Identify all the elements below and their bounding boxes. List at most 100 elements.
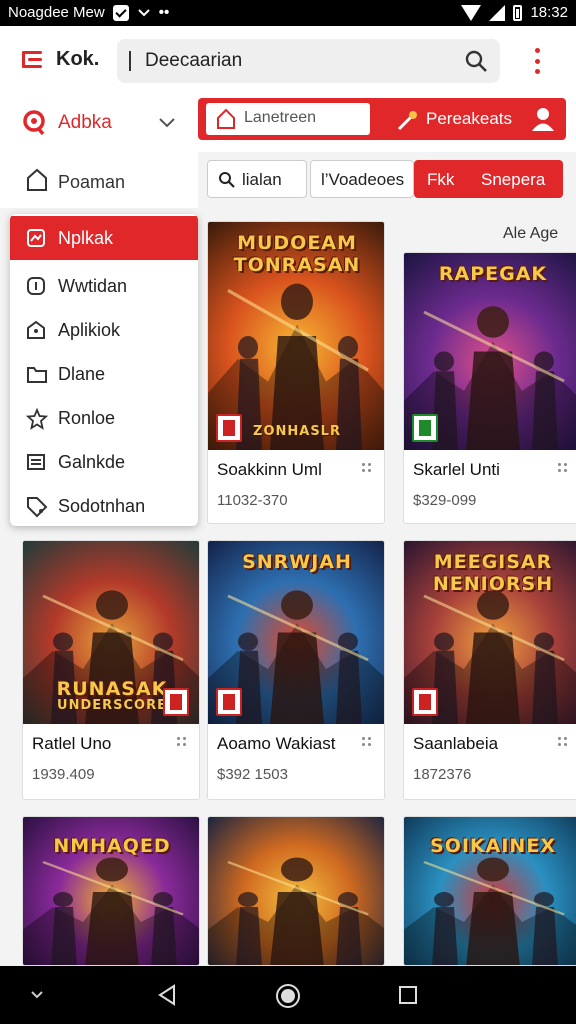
game-cover-art (208, 817, 384, 965)
search-icon (219, 172, 235, 188)
tag-icon (27, 497, 48, 518)
app-title: Kok. (56, 48, 100, 70)
more-options-icon[interactable] (530, 48, 544, 74)
game-price: $329-099 (413, 492, 477, 509)
home-circle-icon (276, 984, 300, 1008)
game-cover-art: SOIKAINEX (404, 817, 576, 965)
drawer-item-6[interactable]: Galnkde (10, 440, 198, 484)
filter-chip-videos-label: l’Voadeoes (321, 170, 405, 189)
nav-home-button[interactable] (258, 966, 318, 1024)
game-cover-art: RUNASAK UNDERSCORE (23, 541, 199, 724)
game-cover-art: RAPEGAK (404, 253, 576, 450)
preferences-label: Pereakeats (426, 109, 512, 128)
star-icon (26, 408, 48, 430)
navigation-bar (0, 966, 576, 1024)
status-time: 18:32 (530, 4, 568, 21)
chevron-down-icon (159, 118, 175, 128)
card-options-icon[interactable] (558, 737, 568, 747)
age-rating-badge (412, 414, 438, 442)
home-icon (217, 108, 235, 129)
filter-chips: lialan l’Voadeoes Fkk Snepera (207, 160, 563, 198)
age-rating-badge (412, 688, 438, 716)
cover-title-text: NMHAQED (53, 835, 171, 857)
action-bar: Lanetreen Pereakeats (198, 98, 566, 140)
drawer-label-3: Aplikiok (58, 320, 121, 340)
status-left-text: Noagdee Mew (8, 4, 105, 21)
back-icon (158, 984, 175, 1006)
age-rating-badge (216, 414, 242, 442)
card-options-icon[interactable] (558, 463, 568, 473)
folder-icon (27, 367, 47, 383)
recents-icon (399, 986, 417, 1004)
chevron-down-icon (31, 991, 43, 999)
drawer-item-1[interactable]: Nplkak (10, 216, 198, 260)
cover-title-text: RAPEGAK (438, 263, 548, 285)
sidebar-top-label: Poaman (58, 172, 126, 192)
grid-icon (27, 229, 45, 247)
wifi-icon (461, 4, 482, 21)
home-icon (27, 168, 47, 191)
sidebar-top-item[interactable]: Poaman (0, 152, 198, 208)
search-icon[interactable] (464, 49, 488, 73)
drawer-item-3[interactable]: Aplikiok (10, 308, 198, 352)
info-icon (27, 277, 45, 295)
game-card[interactable]: RUNASAK UNDERSCORE Ratlel Uno 1939.409 (22, 540, 200, 800)
age-rating-badge (163, 688, 189, 716)
nav-recents-button[interactable] (378, 966, 438, 1024)
filter-chip-videos[interactable]: l’Voadeoes (310, 160, 414, 198)
filter-chip-group[interactable]: Fkk Snepera (414, 160, 563, 198)
search-bar[interactable] (117, 39, 500, 83)
filter-chip-search[interactable]: lialan (207, 160, 307, 198)
drawer-item-7[interactable]: Sodotnhan (10, 484, 198, 526)
drawer-label-7: Sodotnhan (58, 496, 146, 516)
game-price: $392 1503 (217, 766, 288, 783)
shield-icon (27, 320, 45, 339)
game-cover-art: MEEGISAR NENIORSH (404, 541, 576, 724)
nav-back-button[interactable] (138, 966, 198, 1024)
preferences-button[interactable]: Pereakeats (388, 98, 566, 140)
game-card[interactable]: MEEGISAR NENIORSH Saanlabeia 1872376 (403, 540, 576, 800)
menu-button[interactable] (22, 48, 46, 72)
card-options-icon[interactable] (362, 737, 372, 747)
game-card[interactable]: SOIKAINEX (403, 816, 576, 966)
game-cover-art: MUDOEAM TONRASAN ZONHASLR (208, 222, 384, 450)
sort-label[interactable]: Ale Age (503, 225, 558, 243)
text-cursor (129, 51, 131, 71)
game-card[interactable]: SNRWJAH Aoamo Wakiast $392 1503 (207, 540, 385, 800)
game-title: Saanlabeia (413, 734, 499, 753)
game-card[interactable]: MUDOEAM TONRASAN ZONHASLR Soakkinn Uml 1103… (207, 221, 385, 524)
list-icon (27, 454, 45, 470)
game-card[interactable]: NMHAQED (22, 816, 200, 966)
game-price: 1939.409 (32, 766, 95, 783)
age-rating-badge (216, 688, 242, 716)
drawer-item-5[interactable]: Ronloe (10, 396, 198, 440)
hero-illustration (208, 857, 384, 965)
cover-title-text: SNRWJAH (242, 551, 352, 573)
wand-icon (397, 111, 417, 131)
cover-title-text: MUDOEAM TONRASAN (233, 232, 361, 276)
cover-title-text: MEEGISAR NENIORSH (432, 551, 554, 595)
location-input[interactable]: Lanetreen (206, 103, 370, 135)
drawer-label-5: Ronloe (58, 408, 116, 428)
check-notification-icon (112, 4, 129, 21)
account-row: Adbka Lanetreen Pereakeats (0, 96, 576, 152)
drawer-item-4[interactable]: Dlane (10, 352, 198, 396)
drawer-item-2[interactable]: Wwtidan (10, 264, 198, 308)
drawer-label-6: Galnkde (58, 452, 126, 472)
game-title: Aoamo Wakiast (217, 734, 336, 753)
card-options-icon[interactable] (362, 463, 372, 473)
account-selector[interactable]: Adbka (22, 110, 175, 136)
nav-hide-button[interactable] (8, 966, 68, 1024)
user-icon (532, 108, 554, 131)
search-input[interactable] (145, 47, 465, 75)
game-title: Ratlel Uno (32, 734, 112, 753)
filter-chip-3-label: Fkk (427, 170, 455, 189)
filter-chip-search-label: lialan (242, 170, 282, 189)
card-options-icon[interactable] (177, 737, 187, 747)
signal-icon (489, 4, 506, 21)
game-card[interactable] (207, 816, 385, 966)
filter-chip-4-label: Snepera (481, 170, 546, 189)
account-label: Adbka (58, 112, 112, 133)
game-price: 11032-370 (217, 492, 288, 509)
game-card[interactable]: RAPEGAK Skarlel Unti $329-099 (403, 252, 576, 524)
